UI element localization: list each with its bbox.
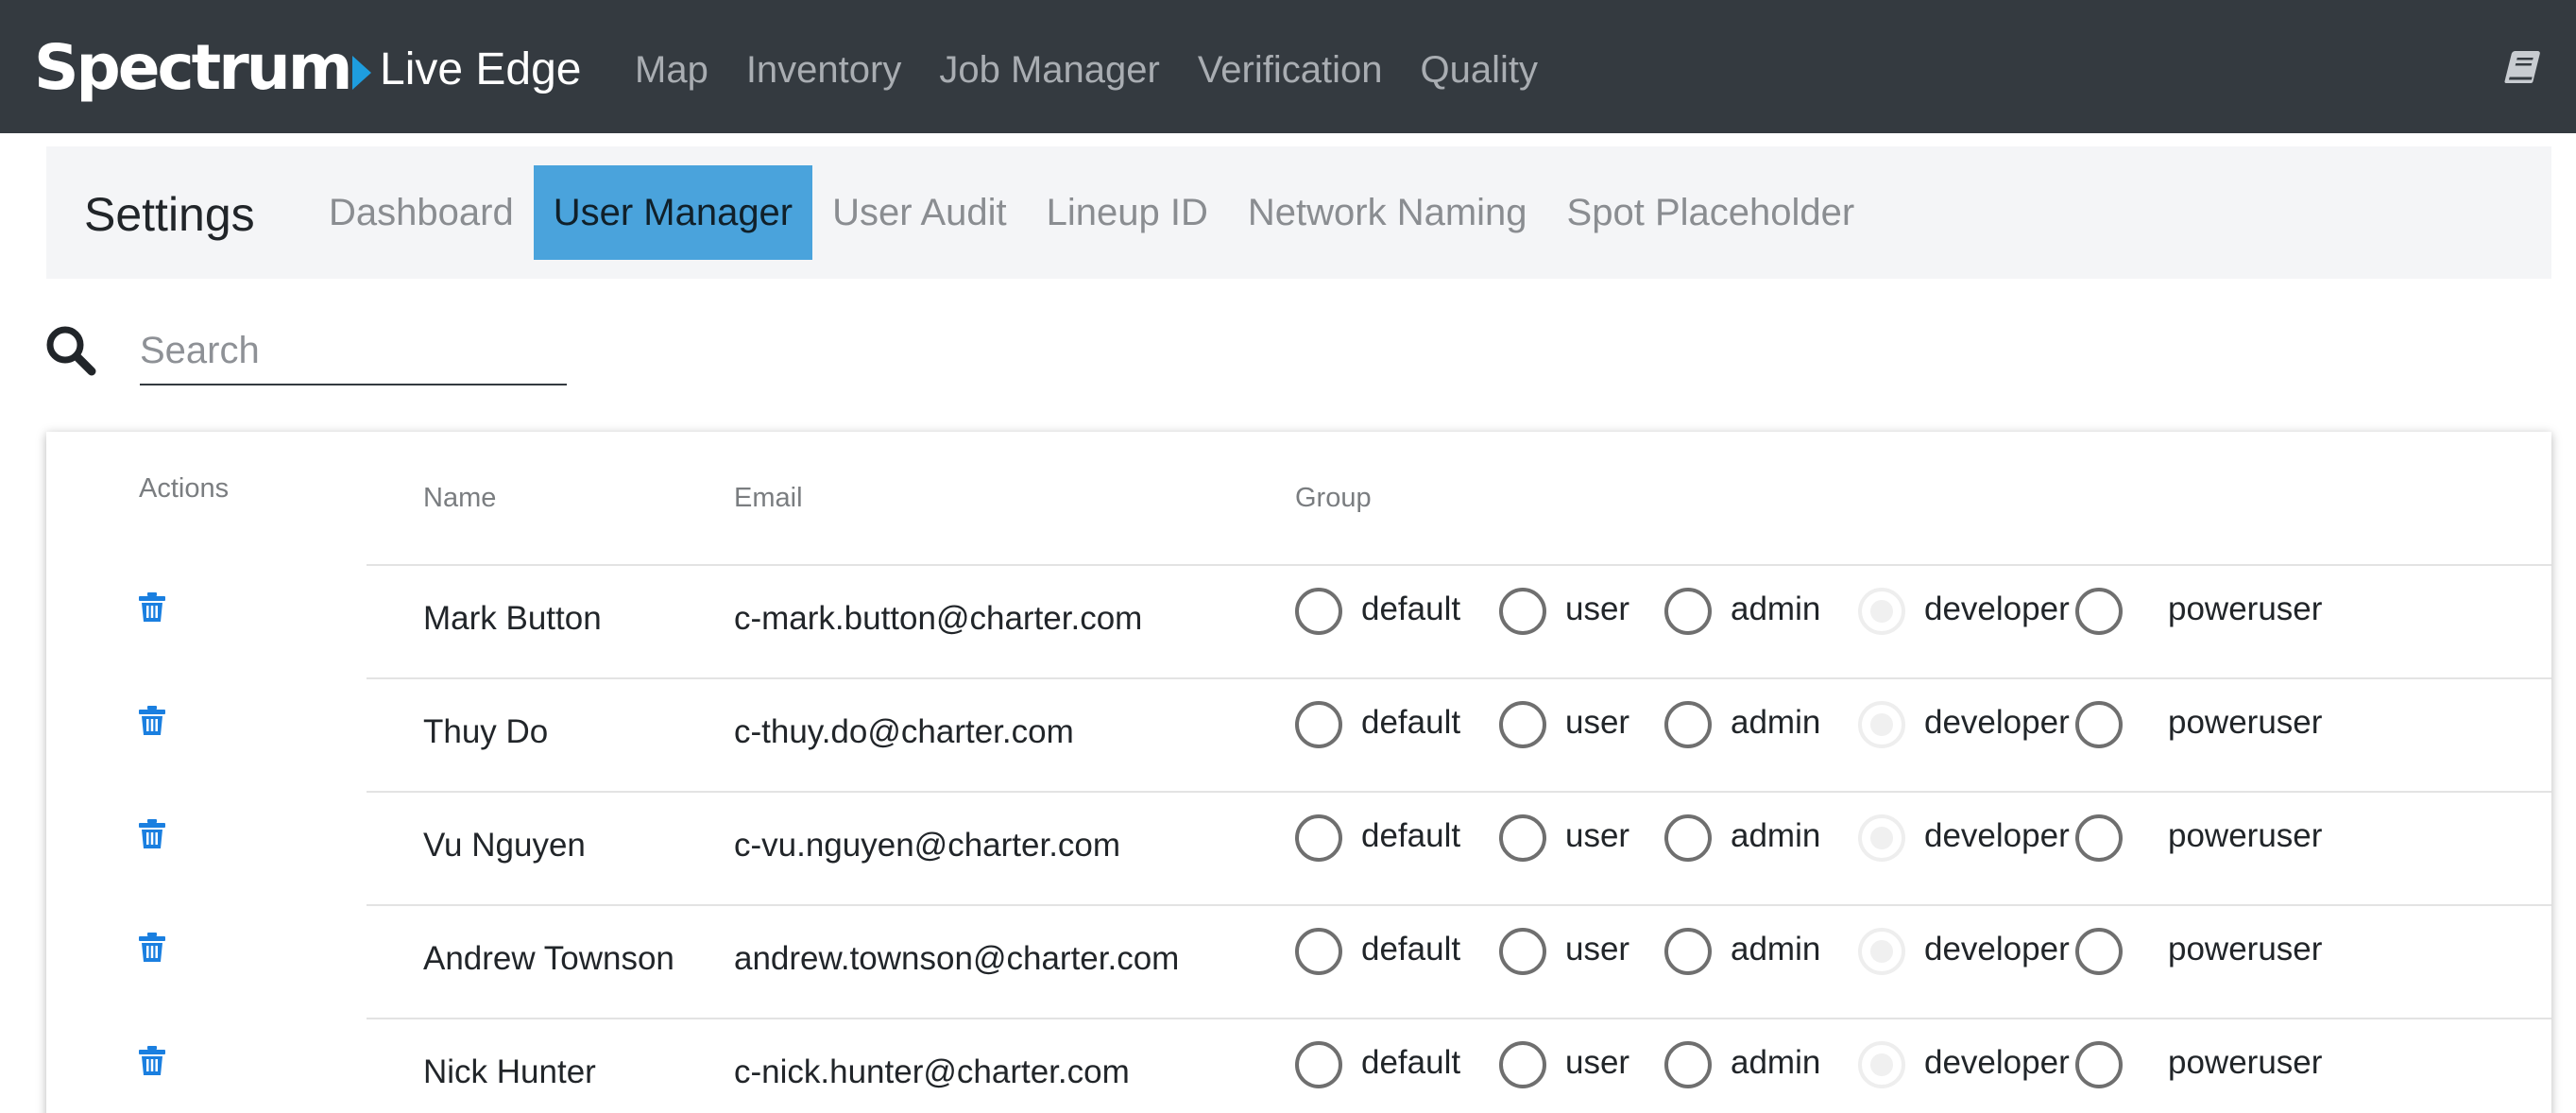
row-divider: [367, 677, 2551, 679]
radio-label-poweruser[interactable]: poweruser: [2168, 1042, 2322, 1084]
radio-label-developer[interactable]: developer: [1924, 589, 2070, 630]
tab-user-audit[interactable]: User Audit: [812, 165, 1027, 260]
nav-item-inventory[interactable]: Inventory: [746, 43, 902, 96]
radio-admin[interactable]: [1664, 928, 1712, 975]
logo-arrow-icon: [351, 56, 371, 90]
search-input[interactable]: [140, 317, 567, 385]
radio-label-poweruser[interactable]: poweruser: [2168, 589, 2322, 630]
radio-label-admin[interactable]: admin: [1731, 702, 1820, 744]
user-email: c-thuy.do@charter.com: [734, 713, 1074, 750]
settings-tabs: Dashboard User Manager User Audit Lineup…: [309, 165, 1874, 260]
user-email: c-nick.hunter@charter.com: [734, 1053, 1130, 1090]
row-divider: [367, 1018, 2551, 1019]
main-nav: Map Inventory Job Manager Verification Q…: [635, 43, 1576, 96]
radio-developer: [1858, 701, 1905, 748]
users-table: Actions Name Email Group Mark Button c-ma…: [46, 432, 2551, 1113]
nav-item-map[interactable]: Map: [635, 43, 708, 96]
radio-label-default[interactable]: default: [1361, 929, 1460, 970]
radio-label-user[interactable]: user: [1565, 589, 1629, 630]
radio-admin[interactable]: [1664, 701, 1712, 748]
settings-bar: Settings Dashboard User Manager User Aud…: [46, 146, 2551, 279]
delete-trash-icon[interactable]: [139, 592, 165, 623]
radio-label-developer[interactable]: developer: [1924, 702, 2070, 744]
radio-label-admin[interactable]: admin: [1731, 1042, 1820, 1084]
delete-trash-icon[interactable]: [139, 933, 165, 963]
tab-lineup-id[interactable]: Lineup ID: [1027, 165, 1228, 260]
radio-label-default[interactable]: default: [1361, 1042, 1460, 1084]
row-divider: [367, 564, 2551, 566]
radio-user[interactable]: [1499, 928, 1546, 975]
top-navbar: Spectrum Live Edge Map Inventory Job Man…: [0, 0, 2576, 133]
radio-user[interactable]: [1499, 588, 1546, 635]
radio-user[interactable]: [1499, 701, 1546, 748]
nav-item-job-manager[interactable]: Job Manager: [939, 43, 1159, 96]
row-divider: [367, 904, 2551, 906]
radio-label-poweruser[interactable]: poweruser: [2168, 815, 2322, 857]
app-title[interactable]: Live Edge: [380, 42, 582, 98]
radio-developer: [1858, 814, 1905, 862]
user-name: Vu Nguyen: [423, 827, 586, 864]
logo-text: Spectrum: [34, 31, 353, 104]
radio-label-developer[interactable]: developer: [1924, 929, 2070, 970]
radio-label-admin[interactable]: admin: [1731, 815, 1820, 857]
user-email: c-mark.button@charter.com: [734, 600, 1143, 637]
radio-default[interactable]: [1295, 814, 1342, 862]
radio-label-developer[interactable]: developer: [1924, 815, 2070, 857]
delete-trash-icon[interactable]: [139, 706, 165, 736]
col-header-name[interactable]: Name: [423, 481, 496, 515]
book-icon[interactable]: [2501, 49, 2543, 87]
col-header-email[interactable]: Email: [734, 481, 803, 515]
user-name: Mark Button: [423, 600, 602, 637]
radio-poweruser[interactable]: [2075, 928, 2123, 975]
radio-label-user[interactable]: user: [1565, 815, 1629, 857]
radio-admin[interactable]: [1664, 814, 1712, 862]
delete-trash-icon[interactable]: [139, 1046, 165, 1076]
radio-label-default[interactable]: default: [1361, 815, 1460, 857]
radio-poweruser[interactable]: [2075, 588, 2123, 635]
radio-user[interactable]: [1499, 814, 1546, 862]
spectrum-logo[interactable]: Spectrum: [34, 34, 371, 102]
radio-poweruser[interactable]: [2075, 701, 2123, 748]
row-divider: [367, 791, 2551, 793]
radio-poweruser[interactable]: [2075, 814, 2123, 862]
nav-item-verification[interactable]: Verification: [1198, 43, 1383, 96]
radio-default[interactable]: [1295, 588, 1342, 635]
col-header-group[interactable]: Group: [1295, 481, 1372, 515]
radio-label-developer[interactable]: developer: [1924, 1042, 2070, 1084]
radio-admin[interactable]: [1664, 588, 1712, 635]
tab-dashboard[interactable]: Dashboard: [309, 165, 534, 260]
radio-label-user[interactable]: user: [1565, 929, 1629, 970]
search-icon: [46, 326, 96, 376]
radio-label-admin[interactable]: admin: [1731, 929, 1820, 970]
col-header-actions: Actions: [139, 473, 230, 504]
radio-label-default[interactable]: default: [1361, 589, 1460, 630]
user-email: c-vu.nguyen@charter.com: [734, 827, 1121, 864]
user-email: andrew.townson@charter.com: [734, 940, 1180, 977]
radio-label-admin[interactable]: admin: [1731, 589, 1820, 630]
radio-poweruser[interactable]: [2075, 1041, 2123, 1088]
nav-item-quality[interactable]: Quality: [1421, 43, 1539, 96]
radio-developer: [1858, 588, 1905, 635]
radio-label-poweruser[interactable]: poweruser: [2168, 929, 2322, 970]
radio-developer: [1858, 1041, 1905, 1088]
radio-admin[interactable]: [1664, 1041, 1712, 1088]
radio-label-poweruser[interactable]: poweruser: [2168, 702, 2322, 744]
user-name: Andrew Townson: [423, 940, 674, 977]
tab-spot-placeholder[interactable]: Spot Placeholder: [1547, 165, 1875, 260]
tab-user-manager[interactable]: User Manager: [533, 165, 813, 260]
radio-default[interactable]: [1295, 928, 1342, 975]
radio-developer: [1858, 928, 1905, 975]
user-name: Thuy Do: [423, 713, 549, 750]
delete-trash-icon[interactable]: [139, 819, 165, 849]
user-name: Nick Hunter: [423, 1053, 596, 1090]
tab-network-naming[interactable]: Network Naming: [1228, 165, 1547, 260]
radio-user[interactable]: [1499, 1041, 1546, 1088]
radio-default[interactable]: [1295, 701, 1342, 748]
radio-label-user[interactable]: user: [1565, 1042, 1629, 1084]
radio-label-default[interactable]: default: [1361, 702, 1460, 744]
radio-default[interactable]: [1295, 1041, 1342, 1088]
settings-title: Settings: [84, 188, 255, 241]
radio-label-user[interactable]: user: [1565, 702, 1629, 744]
